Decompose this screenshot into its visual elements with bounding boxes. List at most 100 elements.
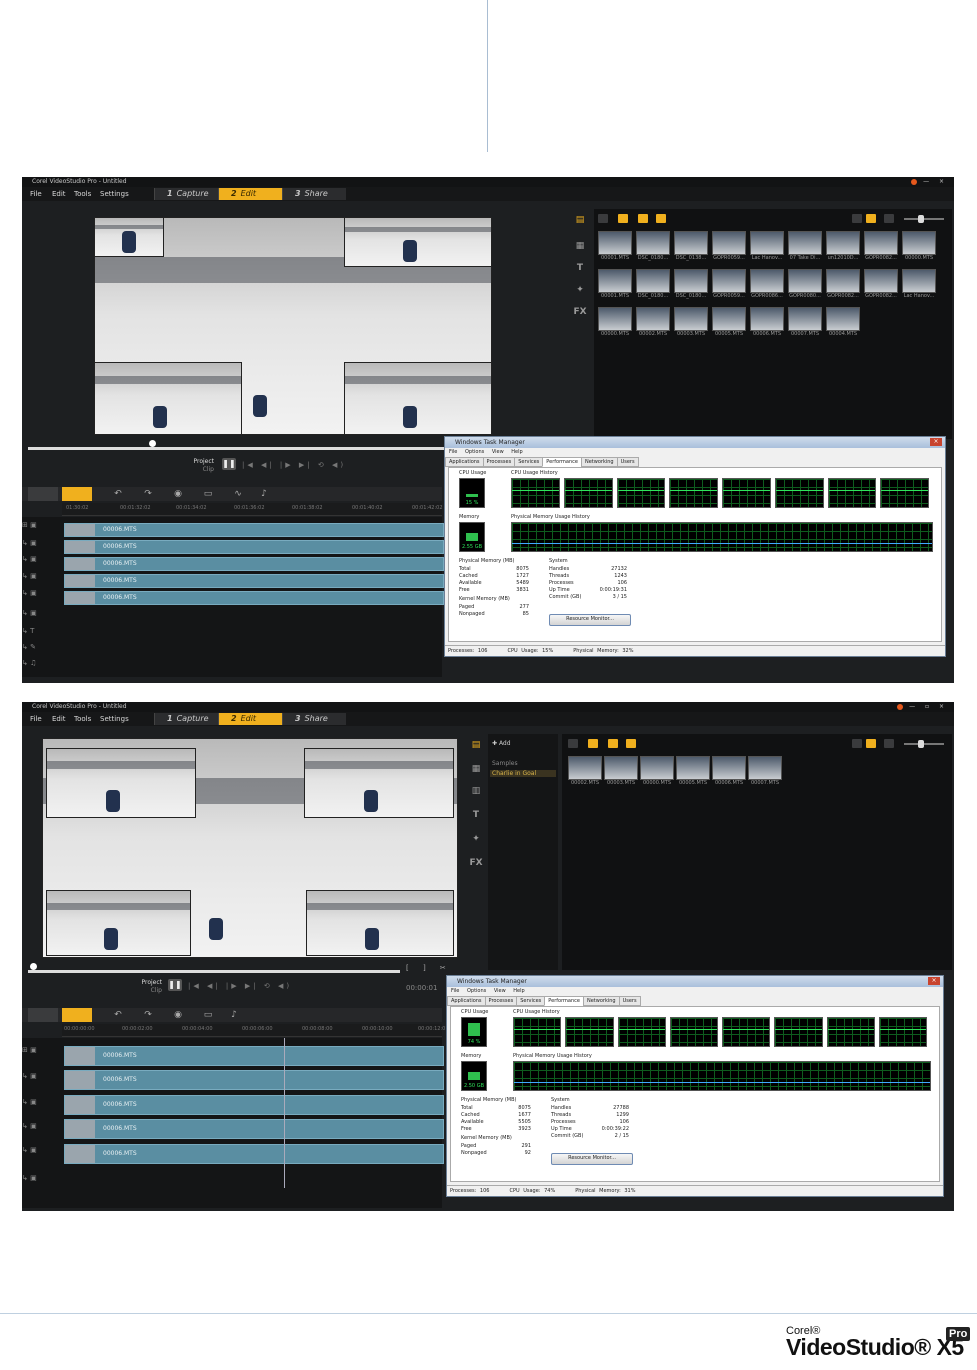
library-thumbnail[interactable]: DSC_0138... [674,231,708,261]
music-track-header[interactable]: ↳ ♫ [22,659,62,677]
library-thumbnail[interactable]: 00005.MTS [676,756,710,786]
record-capture-icon[interactable]: ◉ [172,1010,184,1020]
timeline-clip[interactable]: 00006.MTS [64,1046,444,1066]
menu-file[interactable]: File [30,712,42,726]
folder-icon[interactable] [598,214,608,223]
menu-edit[interactable]: Edit [52,187,66,201]
timeline-view-button[interactable] [62,1008,92,1022]
play-pause-button[interactable]: ❚❚ [168,979,182,991]
library-thumbnail[interactable]: 00003.MTS [674,307,708,337]
timeline-ruler[interactable]: 00:00:00:00 00:00:02:00 00:00:04:00 00:0… [62,1024,445,1037]
play-pause-button[interactable]: ❚❚ [222,458,236,470]
playback-scrubber[interactable] [28,447,448,450]
library-thumbnail[interactable]: 00000.MTS [598,307,632,337]
step-capture[interactable]: 1 Capture [154,713,218,725]
library-thumbnail[interactable]: 00007.MTS [788,307,822,337]
library-thumbnail[interactable]: GOPR0082... [826,269,860,299]
thumbnail-view-icon[interactable] [866,739,876,748]
tab-networking[interactable]: Networking [580,457,618,467]
help-icon[interactable] [897,703,904,710]
library-thumbnail[interactable]: GOPR0080... [788,269,822,299]
menu-tools[interactable]: Tools [74,187,91,201]
show-video-icon[interactable] [588,739,598,748]
list-view-icon[interactable] [852,214,862,223]
folder-icon[interactable] [568,739,578,748]
step-share[interactable]: 3 Share [282,713,346,725]
show-video-icon[interactable] [618,214,628,223]
tab-networking[interactable]: Networking [582,996,620,1006]
timeline-ruler[interactable]: 01:30:02 00:01:32:02 00:01:34:02 00:01:3… [62,503,443,516]
overlay-track-header[interactable]: ↳ ▣ [22,555,62,573]
playback-controls[interactable]: |◀ ◀| |▶ ▶| ⟲ ◀) [242,461,346,469]
audio-mixer-icon[interactable]: ∿ [232,489,244,499]
timeline-clip[interactable]: 00006.MTS [64,574,444,588]
playhead-line[interactable] [284,1038,285,1188]
filter-icon[interactable]: FX [573,307,587,317]
show-audio-icon[interactable] [626,739,636,748]
storyboard-view-button[interactable] [28,487,58,501]
undo-icon[interactable]: ↶ [112,1010,124,1020]
overlay-track-header[interactable]: ↳ ▣ [22,572,62,590]
overlay-track-header[interactable]: ↳ ▣ [22,1098,62,1116]
scrubber-handle[interactable] [149,440,156,447]
timeline-clip[interactable]: 00006.MTS [64,1095,444,1115]
redo-icon[interactable]: ↷ [142,1010,154,1020]
video-track-header[interactable]: ⊞ ▣ [22,521,62,539]
library-thumbnail[interactable]: 00006.MTS [712,756,746,786]
timeline-clip[interactable]: 00006.MTS [64,1070,444,1090]
graphic-icon[interactable]: ✦ [469,834,483,844]
library-thumbnail[interactable]: GOPR0086... [750,269,784,299]
library-thumbnail[interactable]: GOPR0059... [712,269,746,299]
timeline-clip[interactable]: 00006.MTS [64,591,444,605]
tab-applications[interactable]: Applications [445,457,484,467]
tab-processes[interactable]: Processes [484,996,518,1006]
title-icon[interactable]: T [469,810,483,820]
library-thumbnail[interactable]: Lac Hanov... [902,269,936,299]
tab-users[interactable]: Users [616,457,639,467]
window-controls[interactable]: — × [911,177,948,187]
task-manager-menu[interactable]: File Options View Help [445,448,945,457]
overlay-track-header[interactable]: ↳ ▣ [22,1146,62,1164]
menu-tools[interactable]: Tools [74,712,91,726]
title-icon[interactable]: T [573,263,587,273]
library-thumbnail[interactable]: 00003.MTS [604,756,638,786]
playback-scrubber[interactable] [28,970,400,973]
overlay-track-header[interactable]: ↳ ▣ [22,1174,62,1192]
library-thumbnail[interactable]: 00000.MTS [640,756,674,786]
step-share[interactable]: 3 Share [282,188,346,200]
thumbnail-size-slider[interactable] [904,740,944,748]
timeline-clip[interactable]: 00006.MTS [64,557,444,571]
step-edit[interactable]: 2 Edit [218,188,282,200]
menu-edit[interactable]: Edit [52,712,66,726]
library-thumbnail[interactable]: 00006.MTS [750,307,784,337]
subtitle-icon[interactable]: ▭ [202,1010,214,1020]
show-photo-icon[interactable] [608,739,618,748]
library-thumbnail[interactable]: DSC_0180... [636,231,670,261]
project-label[interactable]: Project [130,979,162,986]
overlay-track-header[interactable]: ↳ ▣ [22,609,62,627]
library-thumbnail[interactable]: DSC_0180... [674,269,708,299]
show-audio-icon[interactable] [656,214,666,223]
library-thumbnail[interactable]: GOPR0082... [864,269,898,299]
overlay-track-header[interactable]: ↳ ▣ [22,589,62,607]
clip-label[interactable]: Clip [182,466,214,473]
tab-users[interactable]: Users [618,996,641,1006]
tab-performance[interactable]: Performance [542,457,582,467]
library-thumbnail[interactable]: 00001.MTS [598,269,632,299]
library-thumbnail[interactable]: 00002.MTS [568,756,602,786]
video-track-header[interactable]: ⊞ ▣ [22,1046,62,1064]
tab-performance[interactable]: Performance [544,996,584,1006]
close-button[interactable]: × [930,438,942,446]
list-view-icon[interactable] [852,739,862,748]
timeline-clip[interactable]: 00006.MTS [64,1144,444,1164]
tab-services[interactable]: Services [516,996,546,1006]
resource-monitor-button[interactable]: Resource Monitor... [549,614,631,626]
timeline-clip[interactable]: 00006.MTS [64,540,444,554]
subtitle-icon[interactable]: ▭ [202,489,214,499]
step-edit[interactable]: 2 Edit [218,713,282,725]
record-capture-icon[interactable]: ◉ [172,489,184,499]
sort-icon[interactable] [884,214,894,223]
media-icon[interactable]: ▤ [469,740,483,750]
show-photo-icon[interactable] [638,214,648,223]
timecode[interactable]: 00:00:01 [406,984,437,992]
